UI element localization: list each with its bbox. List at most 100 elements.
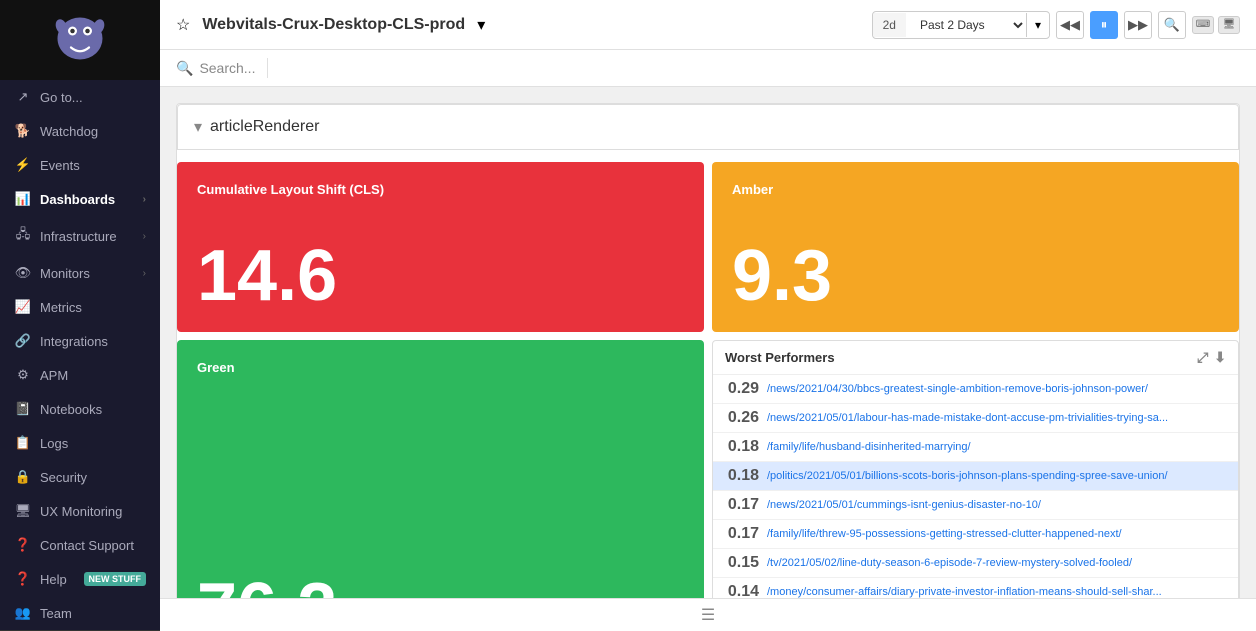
green-card: Green 76.2 (177, 340, 704, 598)
wp-row[interactable]: 0.15 /tv/2021/05/02/line-duty-season-6-e… (713, 549, 1238, 578)
wp-row[interactable]: 0.18 /family/life/husband-disinherited-m… (713, 433, 1238, 462)
sidebar-label-watchdog: Watchdog (40, 124, 146, 139)
sidebar-item-help[interactable]: ❓ Help NEW STUFF (0, 562, 160, 596)
sidebar-item-logs[interactable]: 📋 Logs (0, 426, 160, 460)
wp-row[interactable]: 0.29 /news/2021/04/30/bbcs-greatest-sing… (713, 375, 1238, 404)
wp-score: 0.14 (723, 583, 759, 598)
time-preset-button[interactable]: 2d (873, 13, 906, 37)
sidebar-icon-help: ❓ (14, 571, 32, 587)
sidebar-icon-notebooks: 📓 (14, 401, 32, 417)
search-icon: 🔍 (176, 60, 193, 77)
sidebar-item-events[interactable]: ⚡ Events (0, 148, 160, 182)
search-label[interactable]: Search... (199, 60, 255, 76)
wp-url[interactable]: /family/life/husband-disinherited-marryi… (767, 441, 1228, 453)
wp-url[interactable]: /tv/2021/05/02/line-duty-season-6-episod… (767, 557, 1228, 569)
arrow-monitors: › (143, 268, 146, 279)
search-wrap[interactable]: 🔍 Search... (176, 60, 255, 77)
title-dropdown-icon[interactable]: ▾ (477, 15, 485, 35)
sidebar-item-metrics[interactable]: 📈 Metrics (0, 290, 160, 324)
wp-row[interactable]: 0.14 /money/consumer-affairs/diary-priva… (713, 578, 1238, 598)
sidebar-icon-monitors: 👁 (14, 265, 32, 281)
content-area: ▾ articleRenderer Cumulative Layout Shif… (160, 87, 1256, 598)
sidebar-label-events: Events (40, 158, 146, 173)
cls-card-value: 14.6 (197, 240, 684, 312)
time-range-select[interactable]: Past 2 Days (906, 12, 1026, 38)
collapse-icon[interactable]: ▾ (194, 117, 202, 137)
time-range-dropdown-icon[interactable]: ▾ (1026, 13, 1049, 37)
sidebar-label-support: Contact Support (40, 538, 146, 553)
prev-button[interactable]: ◀◀ (1056, 11, 1084, 39)
wp-header: Worst Performers ⤢ ⬇ (713, 341, 1238, 375)
sidebar-item-infrastructure[interactable]: 🖧 Infrastructure › (0, 216, 160, 256)
next-button[interactable]: ▶▶ (1124, 11, 1152, 39)
sidebar-label-apm: APM (40, 368, 146, 383)
sidebar-label-ux: UX Monitoring (40, 504, 146, 519)
sidebar: ↗ Go to... 🐕 Watchdog ⚡ Events 📊 Dashboa… (0, 0, 160, 631)
logo (0, 0, 160, 80)
sidebar-item-team[interactable]: 👥 Team (0, 596, 160, 630)
wp-url[interactable]: /money/consumer-affairs/diary-private-in… (767, 586, 1228, 598)
section-title: articleRenderer (210, 118, 319, 136)
wp-title: Worst Performers (725, 350, 835, 365)
download-icon[interactable]: ⬇ (1214, 349, 1226, 366)
amber-card-value: 9.3 (732, 240, 1219, 312)
screen-icon: 🖥 (1218, 16, 1240, 34)
sidebar-label-metrics: Metrics (40, 300, 146, 315)
green-card-title: Green (197, 360, 684, 375)
sidebar-icon-dashboards: 📊 (14, 191, 32, 207)
bottombar: ☰ (160, 598, 1256, 631)
wp-url[interactable]: /news/2021/05/01/cummings-isnt-genius-di… (767, 499, 1228, 511)
sidebar-icon-goto: ↗ (14, 89, 32, 105)
wp-score: 0.17 (723, 525, 759, 543)
expand-icon[interactable]: ⤢ (1197, 349, 1208, 366)
sidebar-label-notebooks: Notebooks (40, 402, 146, 417)
wp-row[interactable]: 0.18 /politics/2021/05/01/billions-scots… (713, 462, 1238, 491)
favorite-icon[interactable]: ☆ (176, 15, 190, 35)
sidebar-item-security[interactable]: 🔒 Security (0, 460, 160, 494)
sidebar-icon-team: 👥 (14, 605, 32, 621)
sidebar-label-integrations: Integrations (40, 334, 146, 349)
dashboard-grid: Cumulative Layout Shift (CLS) 14.6 Amber… (177, 162, 1239, 598)
sidebar-item-ux[interactable]: 🖥 UX Monitoring (0, 494, 160, 528)
sidebar-item-goto[interactable]: ↗ Go to... (0, 80, 160, 114)
play-pause-button[interactable]: ⏸ (1090, 11, 1118, 39)
global-search-button[interactable]: 🔍 (1158, 11, 1186, 39)
list-icon[interactable]: ☰ (701, 605, 715, 625)
wp-url[interactable]: /family/life/threw-95-possessions-gettin… (767, 528, 1228, 540)
sidebar-item-watchdog[interactable]: 🐕 Watchdog (0, 114, 160, 148)
sidebar-label-dashboards: Dashboards (40, 192, 135, 207)
sidebar-icon-integrations: 🔗 (14, 333, 32, 349)
sidebar-item-apm[interactable]: ⚙ APM (0, 358, 160, 392)
sidebar-nav: ↗ Go to... 🐕 Watchdog ⚡ Events 📊 Dashboa… (0, 80, 160, 630)
section-header: ▾ articleRenderer (177, 104, 1239, 150)
sidebar-label-monitors: Monitors (40, 266, 135, 281)
sidebar-item-dashboards[interactable]: 📊 Dashboards › (0, 182, 160, 216)
sidebar-item-monitors[interactable]: 👁 Monitors › (0, 256, 160, 290)
sidebar-item-support[interactable]: ❓ Contact Support (0, 528, 160, 562)
wp-url[interactable]: /news/2021/04/30/bbcs-greatest-single-am… (767, 383, 1228, 395)
wp-score: 0.15 (723, 554, 759, 572)
amber-card-title: Amber (732, 182, 1219, 197)
keyboard-shortcut-icons: ⌨ 🖥 (1192, 16, 1240, 34)
green-card-value: 76.2 (197, 573, 684, 598)
sidebar-icon-watchdog: 🐕 (14, 123, 32, 139)
main-panel: ☆ Webvitals-Crux-Desktop-CLS-prod ▾ 2d P… (160, 0, 1256, 631)
wp-score: 0.18 (723, 438, 759, 456)
sidebar-item-notebooks[interactable]: 📓 Notebooks (0, 392, 160, 426)
wp-row[interactable]: 0.26 /news/2021/05/01/labour-has-made-mi… (713, 404, 1238, 433)
sidebar-label-goto: Go to... (40, 90, 146, 105)
sidebar-label-help: Help (40, 572, 72, 587)
wp-score: 0.17 (723, 496, 759, 514)
cls-card: Cumulative Layout Shift (CLS) 14.6 (177, 162, 704, 332)
topbar: ☆ Webvitals-Crux-Desktop-CLS-prod ▾ 2d P… (160, 0, 1256, 50)
wp-url[interactable]: /politics/2021/05/01/billions-scots-bori… (767, 470, 1228, 482)
wp-url[interactable]: /news/2021/05/01/labour-has-made-mistake… (767, 412, 1228, 424)
sidebar-label-security: Security (40, 470, 146, 485)
search-divider (267, 58, 268, 78)
wp-row[interactable]: 0.17 /news/2021/05/01/cummings-isnt-geni… (713, 491, 1238, 520)
topbar-controls: 2d Past 2 Days ▾ ◀◀ ⏸ ▶▶ 🔍 ⌨ 🖥 (872, 11, 1240, 39)
wp-row[interactable]: 0.17 /family/life/threw-95-possessions-g… (713, 520, 1238, 549)
sidebar-item-integrations[interactable]: 🔗 Integrations (0, 324, 160, 358)
sidebar-icon-security: 🔒 (14, 469, 32, 485)
sidebar-icon-metrics: 📈 (14, 299, 32, 315)
